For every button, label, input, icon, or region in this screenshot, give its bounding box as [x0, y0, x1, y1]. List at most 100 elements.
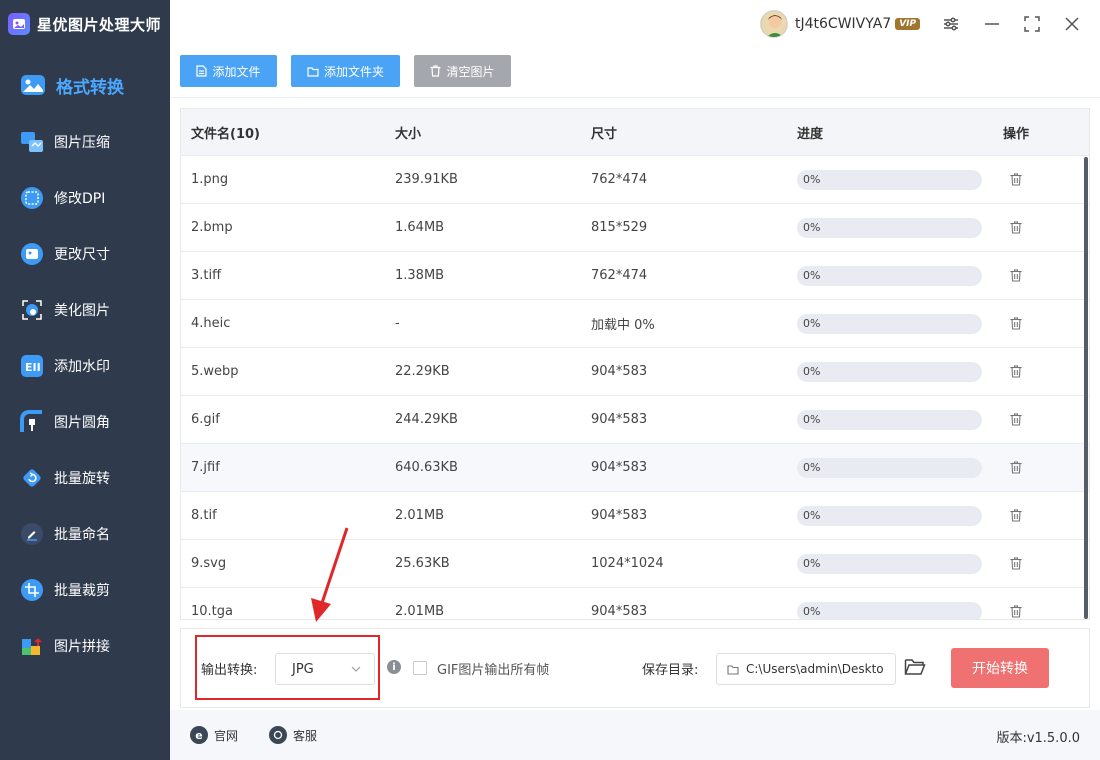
sidebar-item-watermark[interactable]: EII 添加水印	[0, 338, 170, 394]
progress-cell: 0%	[797, 361, 1003, 382]
file-table: 文件名(10) 大小 尺寸 进度 操作 1.png 239.91KB 762*474…	[180, 108, 1090, 620]
add-folder-button[interactable]: 添加文件夹	[291, 55, 400, 87]
dpi-icon	[20, 186, 44, 210]
resize-icon	[20, 242, 44, 266]
progress-text: 0%	[803, 460, 821, 474]
table-row[interactable]: 2.bmp 1.64MB 815*529 0%	[181, 204, 1089, 252]
file-size: 1.38MB	[395, 268, 445, 283]
maximize-icon[interactable]	[1021, 13, 1043, 35]
username: tJ4t6CWIVYA7	[795, 16, 892, 32]
svg-text:EII: EII	[25, 361, 41, 374]
file-dimensions: 904*583	[591, 364, 648, 379]
close-icon[interactable]	[1061, 13, 1083, 35]
file-size: 2.01MB	[395, 604, 445, 619]
file-dimensions: 904*583	[591, 460, 648, 475]
sidebar-item-rotate[interactable]: 批量旋转	[0, 450, 170, 506]
delete-icon[interactable]	[1010, 365, 1081, 378]
save-dir-label: 保存目录:	[642, 663, 699, 678]
sidebar-item-rounded-corner[interactable]: 图片圆角	[0, 394, 170, 450]
sidebar-item-crop[interactable]: 批量裁剪	[0, 562, 170, 618]
table-scrollbar[interactable]	[1084, 157, 1088, 619]
file-name: 1.png	[191, 172, 229, 187]
add-folder-label: 添加文件夹	[323, 64, 384, 79]
table-row[interactable]: 3.tiff 1.38MB 762*474 0%	[181, 252, 1089, 300]
table-row[interactable]: 8.tif 2.01MB 904*583 0%	[181, 492, 1089, 540]
add-file-button[interactable]: 添加文件	[180, 55, 277, 87]
website-link[interactable]: e 官网	[190, 726, 238, 744]
sidebar-item-image-convert[interactable]: 格式转换	[0, 56, 170, 114]
sidebar-item-image-compress[interactable]: 图片压缩	[0, 114, 170, 170]
browse-folder-icon[interactable]	[904, 657, 926, 677]
info-icon[interactable]: i	[387, 660, 401, 674]
progress-text: 0%	[803, 268, 821, 282]
progress-bar: 0%	[797, 457, 982, 478]
sidebar-item-label: 更改尺寸	[54, 247, 110, 263]
progress-cell: 0%	[797, 505, 1003, 526]
file-dimensions: 1024*1024	[591, 556, 664, 571]
progress-text: 0%	[803, 316, 821, 330]
output-format-label: 输出转换:	[201, 663, 258, 678]
image-compress-icon	[20, 130, 44, 154]
avatar[interactable]	[760, 10, 788, 38]
table-row[interactable]: 7.jfif 640.63KB 904*583 0%	[181, 444, 1089, 492]
trash-icon	[430, 65, 441, 77]
collage-icon	[20, 634, 44, 658]
app-header: 星优图片处理大师	[0, 0, 170, 48]
table-row[interactable]: 9.svg 25.63KB 1024*1024 0%	[181, 540, 1089, 588]
sidebar-item-collage[interactable]: 图片拼接	[0, 618, 170, 674]
file-size: 25.63KB	[395, 556, 450, 571]
output-format-select[interactable]: JPG	[275, 653, 375, 685]
table-row[interactable]: 4.heic - 加载中 0% 0%	[181, 300, 1089, 348]
sidebar-item-resize[interactable]: 更改尺寸	[0, 226, 170, 282]
rotate-icon	[20, 466, 44, 490]
sidebar-item-dpi[interactable]: 修改DPI	[0, 170, 170, 226]
delete-icon[interactable]	[1010, 509, 1081, 522]
delete-icon[interactable]	[1010, 317, 1081, 330]
sidebar-item-rename[interactable]: 批量命名	[0, 506, 170, 562]
delete-icon[interactable]	[1010, 221, 1081, 234]
header-progress: 进度	[797, 126, 824, 142]
action-cell	[1003, 557, 1081, 570]
delete-icon[interactable]	[1010, 413, 1081, 426]
progress-bar: 0%	[797, 265, 982, 286]
delete-icon[interactable]	[1010, 173, 1081, 186]
progress-cell: 0%	[797, 601, 1003, 619]
file-dimensions: 762*474	[591, 268, 648, 283]
support-link[interactable]: 客服	[269, 726, 317, 744]
add-file-label: 添加文件	[212, 64, 261, 79]
file-size: 1.64MB	[395, 220, 445, 235]
action-cell	[1003, 413, 1081, 426]
clear-images-button[interactable]: 清空图片	[414, 55, 511, 87]
watermark-icon: EII	[20, 354, 44, 378]
table-row[interactable]: 5.webp 22.29KB 904*583 0%	[181, 348, 1089, 396]
file-name: 5.webp	[191, 364, 239, 379]
table-row[interactable]: 6.gif 244.29KB 904*583 0%	[181, 396, 1089, 444]
table-row[interactable]: 1.png 239.91KB 762*474 0%	[181, 156, 1089, 204]
file-dimensions: 加载中 0%	[591, 318, 655, 333]
progress-bar: 0%	[797, 409, 982, 430]
file-name: 10.tga	[191, 604, 233, 619]
sidebar-nav: 格式转换 图片压缩修改DPI 更改尺寸美化图片 EII 添加水印 图片圆角 批量旋转 批量命名…	[0, 56, 170, 674]
delete-icon[interactable]	[1010, 605, 1081, 618]
file-name: 2.bmp	[191, 220, 233, 235]
delete-icon[interactable]	[1010, 461, 1081, 474]
user-info[interactable]: tJ4t6CWIVYA7 VIP	[760, 10, 921, 38]
progress-cell: 0%	[797, 457, 1003, 478]
settings-icon[interactable]	[940, 13, 962, 35]
sidebar-item-beautify[interactable]: 美化图片	[0, 282, 170, 338]
folder-icon	[307, 66, 319, 77]
table-row[interactable]: 10.tga 2.01MB 904*583 0%	[181, 588, 1089, 619]
save-dir-input[interactable]: C:\Users\admin\Deskto	[716, 653, 896, 685]
delete-icon[interactable]	[1010, 557, 1081, 570]
start-convert-button[interactable]: 开始转换	[951, 648, 1049, 688]
progress-bar: 0%	[797, 505, 982, 526]
chevron-down-icon	[350, 663, 362, 679]
progress-cell: 0%	[797, 553, 1003, 574]
minimize-icon[interactable]	[981, 13, 1003, 35]
version-text: 版本:v1.5.0.0	[996, 731, 1080, 746]
sidebar-item-label: 修改DPI	[54, 191, 106, 207]
save-dir-value: C:\Users\admin\Deskto	[746, 662, 884, 676]
clear-images-label: 清空图片	[446, 64, 495, 79]
delete-icon[interactable]	[1010, 269, 1081, 282]
gif-all-frames-checkbox[interactable]	[413, 661, 427, 675]
